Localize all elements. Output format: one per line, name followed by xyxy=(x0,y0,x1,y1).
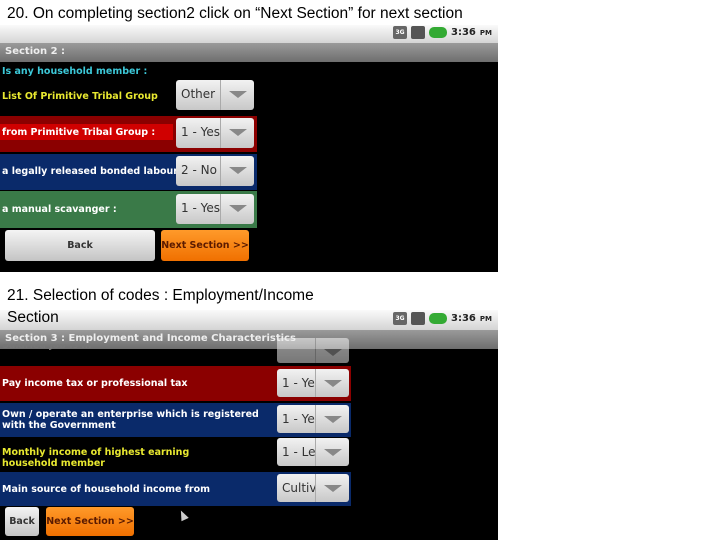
back-button[interactable]: Back xyxy=(5,507,39,536)
dropdown-arrow-icon xyxy=(315,474,349,502)
enterprise-spinner[interactable]: 1 - Ye xyxy=(277,405,349,433)
step-20-caption: 20. On completing section2 click on “Nex… xyxy=(7,5,463,22)
signal-icon xyxy=(411,312,426,325)
3g-icon: 3G xyxy=(393,26,408,39)
screenshot-section-2: 3G 3:36 PM Section 2 : Is any household m… xyxy=(0,25,498,272)
row-label: Monthly income of highest earning househ… xyxy=(2,447,190,469)
subtitle: Is any household member : xyxy=(2,66,148,77)
row-bonded-labour: a legally released bonded labour : 2 - N… xyxy=(0,154,257,190)
row-label: Own / operate an enterprise which is reg… xyxy=(2,409,259,431)
spinner-value: 2 - No xyxy=(181,163,217,177)
bonded-labour-spinner[interactable]: 2 - No xyxy=(176,156,254,186)
section-title: Section 2 : xyxy=(0,43,498,62)
dropdown-arrow-icon xyxy=(315,369,349,397)
dropdown-arrow-icon xyxy=(315,438,349,466)
next-section-button[interactable]: Next Section >> xyxy=(161,230,249,261)
spinner-value: 1 - Ye xyxy=(282,376,315,390)
income-source-spinner[interactable]: Cultiv xyxy=(277,474,349,502)
monthly-income-spinner[interactable]: 1 - Le xyxy=(277,438,349,466)
dropdown-arrow-icon xyxy=(315,338,349,363)
battery-icon xyxy=(429,313,448,324)
income-tax-spinner[interactable]: 1 - Ye xyxy=(277,369,349,397)
clock: 3:36 xyxy=(451,27,476,38)
step-21-caption: 21. Selection of codes : Employment/Inco… xyxy=(7,287,314,304)
spinner-value: Other xyxy=(181,87,216,101)
row-income-source: Main source of household income from Cul… xyxy=(0,472,351,506)
3g-icon: 3G xyxy=(393,312,408,325)
battery-icon xyxy=(429,27,448,38)
row-income-tax: Pay income tax or professional tax 1 - Y… xyxy=(0,366,351,401)
step-21-caption-line2: Section xyxy=(7,309,59,326)
spinner-value: 1 - Le xyxy=(282,445,316,459)
row-monthly-income: Monthly income of highest earning househ… xyxy=(0,437,351,472)
partial-row-label: Salaried job is in xyxy=(2,344,92,351)
row-label: a legally released bonded labour : xyxy=(2,166,186,177)
tribal-group-spinner[interactable]: Other xyxy=(176,80,254,110)
spinner-value: 1 - Yes xyxy=(181,125,220,139)
manual-scavanger-spinner[interactable]: 1 - Yes xyxy=(176,194,254,224)
row-label: Pay income tax or professional tax xyxy=(2,378,188,389)
row-label: a manual scavanger : xyxy=(2,204,117,215)
dropdown-arrow-icon xyxy=(220,80,254,110)
spinner-value: 1 - Ye xyxy=(282,412,315,426)
row-from-tribal-group: from Primitive Tribal Group : 1 - Yes xyxy=(0,116,257,152)
clock: 3:36 xyxy=(451,313,476,324)
signal-icon xyxy=(411,26,426,39)
next-section-button[interactable]: Next Section >> xyxy=(46,507,134,536)
spinner-value: 1 - Yes xyxy=(181,201,220,215)
status-bar: 3G 3:36 PM xyxy=(0,310,498,330)
partial-spinner[interactable] xyxy=(277,338,349,363)
row-tribal-group-list: List Of Primitive Tribal Group Other xyxy=(0,80,257,115)
status-bar: 3G 3:36 PM xyxy=(0,25,498,43)
mouse-cursor-icon xyxy=(177,508,189,522)
dropdown-arrow-icon xyxy=(220,118,254,148)
row-manual-scavanger: a manual scavanger : 1 - Yes xyxy=(0,191,257,228)
row-label: Main source of household income from xyxy=(2,484,211,495)
tribal-member-spinner[interactable]: 1 - Yes xyxy=(176,118,254,148)
back-button[interactable]: Back xyxy=(5,230,155,261)
row-label: List Of Primitive Tribal Group xyxy=(2,91,158,102)
clock-ampm: PM xyxy=(479,28,492,37)
spinner-value: Cultiv xyxy=(282,481,317,495)
screenshot-section-3: 3G 3:36 PM Section 3 : Employment and Inc… xyxy=(0,310,498,540)
row-label: from Primitive Tribal Group : xyxy=(2,127,156,138)
dropdown-arrow-icon xyxy=(220,156,254,186)
row-enterprise: Own / operate an enterprise which is reg… xyxy=(0,403,351,437)
dropdown-arrow-icon xyxy=(220,194,254,224)
clock-ampm: PM xyxy=(479,314,492,323)
dropdown-arrow-icon xyxy=(315,405,349,433)
